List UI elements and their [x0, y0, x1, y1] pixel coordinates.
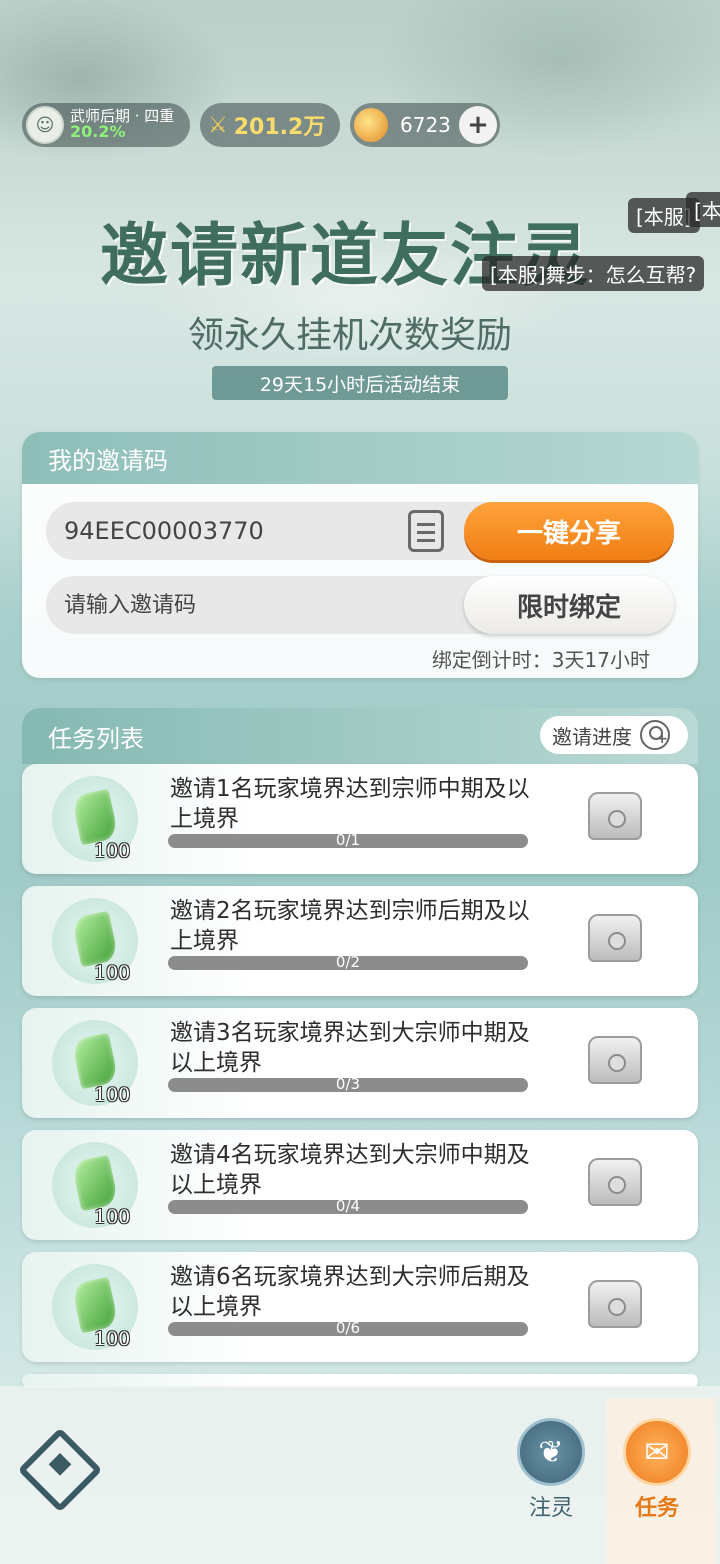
task-description: 邀请2名玩家境界达到宗师后期及以上境界	[170, 898, 530, 954]
add-person-icon	[640, 720, 670, 750]
green-gem-icon	[71, 1154, 119, 1212]
task-progress-bar: 0/2	[168, 953, 528, 971]
share-button[interactable]: 一键分享	[464, 502, 674, 560]
task-progress-label: 0/4	[335, 1197, 361, 1215]
leaf-icon: ❦	[517, 1418, 585, 1486]
treasure-chest-icon[interactable]	[588, 792, 642, 840]
invite-progress-button[interactable]: 邀请进度	[540, 716, 688, 754]
invite-progress-label: 邀请进度	[552, 724, 632, 749]
reward-item[interactable]: 100	[52, 1142, 138, 1228]
task-list-header: 任务列表 邀请进度	[22, 708, 698, 764]
power-pill: ⚔ 201.2万	[200, 103, 340, 147]
task-row[interactable]: 100 邀请6名玩家境界达到大宗师后期及以上境界 0/6	[22, 1252, 698, 1362]
coin-icon	[354, 108, 388, 142]
bind-button[interactable]: 限时绑定	[464, 576, 674, 634]
reward-item[interactable]: 100	[52, 776, 138, 862]
page-subtitle: 领永久挂机次数奖励	[188, 315, 513, 356]
invite-code-field: 94EEC00003770 一键分享	[46, 502, 674, 560]
task-description: 邀请6名玩家境界达到大宗师后期及以上境界	[170, 1264, 530, 1320]
invite-code-input[interactable]	[64, 592, 444, 618]
reward-count: 100	[94, 1328, 131, 1350]
rank-progress: 20.2%	[70, 122, 126, 142]
bind-countdown: 绑定倒计时：3天17小时	[431, 648, 650, 672]
task-scroll-icon: ✉	[623, 1418, 691, 1486]
task-description: 邀请3名玩家境界达到大宗师中期及以上境界	[170, 1020, 530, 1076]
reward-item[interactable]: 100	[52, 898, 138, 984]
task-progress-bar: 0/3	[168, 1075, 528, 1093]
coin-value: 6723	[400, 113, 451, 137]
reward-count: 100	[94, 962, 131, 984]
task-row[interactable]: 100 邀请2名玩家境界达到宗师后期及以上境界 0/2	[22, 886, 698, 996]
task-list-title: 任务列表	[48, 724, 144, 753]
task-progress-label: 0/2	[335, 953, 361, 971]
task-row[interactable]: 100 邀请4名玩家境界达到大宗师中期及以上境界 0/4	[22, 1130, 698, 1240]
reward-item[interactable]: 100	[52, 1020, 138, 1106]
nav-zhuling-label: 注灵	[528, 1496, 573, 1521]
task-row[interactable]: 100 邀请1名玩家境界达到宗师中期及以上境界 0/1	[22, 764, 698, 874]
task-row[interactable]: 100 邀请3名玩家境界达到大宗师中期及以上境界 0/3	[22, 1008, 698, 1118]
task-description: 邀请4名玩家境界达到大宗师中期及以上境界	[170, 1142, 530, 1198]
reward-count: 100	[94, 1206, 131, 1228]
reward-count: 100	[94, 840, 131, 862]
task-progress-bar: 0/6	[168, 1319, 528, 1337]
chat-bubble[interactable]: [本	[686, 192, 720, 227]
reward-item[interactable]: 100	[52, 1264, 138, 1350]
add-coins-button[interactable]: +	[459, 106, 497, 144]
task-progress-bar: 0/4	[168, 1197, 528, 1215]
crossed-swords-icon: ⚔	[208, 112, 228, 138]
chat-bubble[interactable]: [本服]舞步：怎么互帮?	[482, 256, 705, 291]
treasure-chest-icon[interactable]	[588, 1158, 642, 1206]
task-list: 任务列表 邀请进度 100 邀请1名玩家境界达到宗师中期及以上境界 0/1 10…	[22, 708, 698, 1388]
green-gem-icon	[71, 788, 119, 846]
task-description: 邀请1名玩家境界达到宗师中期及以上境界	[170, 776, 530, 832]
status-bar: ☺ 武师后期 · 四重 20.2% ⚔ 201.2万 6723 +	[22, 102, 500, 148]
invite-card: 我的邀请码 94EEC00003770 一键分享 限时绑定 绑定倒计时：3天17…	[22, 432, 698, 678]
rank-pill[interactable]: ☺ 武师后期 · 四重 20.2%	[22, 103, 190, 147]
reward-count: 100	[94, 1084, 131, 1106]
invite-card-header: 我的邀请码	[22, 432, 698, 484]
green-gem-icon	[71, 910, 119, 968]
treasure-chest-icon[interactable]	[588, 1280, 642, 1328]
invite-code-input-wrap: 限时绑定	[46, 576, 674, 634]
coin-pill: 6723 +	[350, 103, 500, 147]
green-gem-icon	[71, 1276, 119, 1334]
nav-zhuling[interactable]: ❦ 注灵	[514, 1418, 588, 1522]
copy-icon[interactable]	[408, 510, 444, 552]
task-progress-label: 0/6	[335, 1319, 361, 1337]
nav-task-label: 任务	[634, 1496, 679, 1521]
nav-task[interactable]: ✉ 任务	[620, 1418, 694, 1522]
task-progress-label: 0/1	[335, 831, 361, 849]
event-timer: 29天15小时后活动结束	[212, 366, 508, 400]
avatar: ☺	[26, 106, 64, 144]
task-progress-bar: 0/1	[168, 831, 528, 849]
treasure-chest-icon[interactable]	[588, 914, 642, 962]
green-gem-icon	[71, 1032, 119, 1090]
treasure-chest-icon[interactable]	[588, 1036, 642, 1084]
invite-code: 94EEC00003770	[64, 517, 264, 545]
power-value: 201.2万	[233, 115, 326, 140]
task-progress-label: 0/3	[335, 1075, 361, 1093]
